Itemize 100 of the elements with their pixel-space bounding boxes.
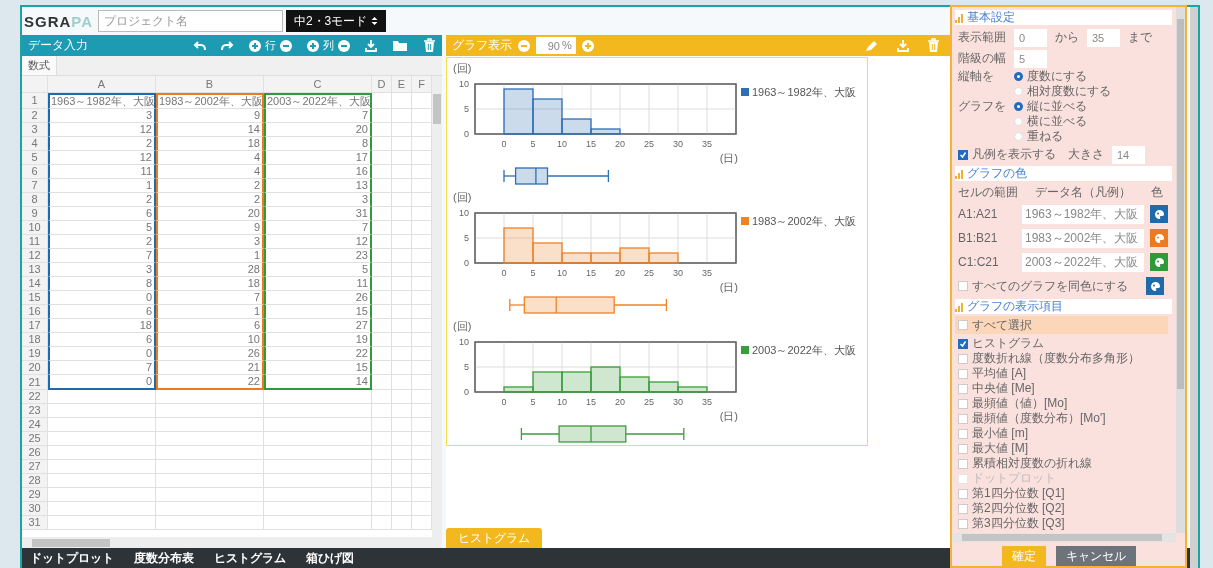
row-number[interactable]: 21 [22,375,48,390]
formula-tab[interactable]: 数式 [22,56,57,75]
table-cell[interactable]: 9 [156,109,264,123]
row-number[interactable]: 2 [22,109,48,123]
cancel-button[interactable]: キャンセル [1055,546,1136,566]
table-cell[interactable]: 22 [264,347,372,361]
table-cell[interactable]: 28 [156,263,264,277]
table-cell[interactable]: 12 [264,235,372,249]
row-number[interactable]: 18 [22,333,48,347]
scrollbar[interactable] [952,533,1176,542]
input-field[interactable]: 0 [1014,28,1047,47]
redo-icon[interactable] [221,40,234,51]
row-number[interactable]: 11 [22,235,48,249]
row-number[interactable]: 16 [22,305,48,319]
table-cell[interactable]: 2 [48,235,156,249]
row-number[interactable]: 27 [22,460,48,474]
table-cell[interactable]: 15 [264,305,372,319]
row-number[interactable]: 4 [22,137,48,151]
plus-icon[interactable] [307,39,319,52]
row-number[interactable]: 5 [22,151,48,165]
row-number[interactable]: 24 [22,418,48,432]
checkbox[interactable] [958,338,968,349]
row-number[interactable]: 30 [22,502,48,516]
checkbox[interactable] [958,149,968,160]
plus-icon[interactable] [249,39,261,52]
table-cell[interactable]: 15 [264,361,372,375]
trash-icon[interactable] [927,38,940,53]
table-cell[interactable]: 5 [48,221,156,235]
table-cell[interactable]: 14 [264,375,372,390]
table-cell[interactable]: 3 [48,109,156,123]
table-cell[interactable]: 13 [264,179,372,193]
input-field[interactable]: 5 [1014,49,1047,68]
table-cell[interactable]: 22 [156,375,264,390]
table-cell[interactable]: 5 [264,263,372,277]
row-number[interactable]: 15 [22,291,48,305]
table-cell[interactable]: 26 [156,347,264,361]
table-cell[interactable]: 11 [48,165,156,179]
table-cell[interactable]: 18 [156,137,264,151]
scrollbar[interactable] [432,76,442,537]
minus-icon[interactable] [280,39,292,52]
scrollbar[interactable] [22,537,442,548]
row-number[interactable]: 9 [22,207,48,221]
table-cell[interactable]: 23 [264,249,372,263]
row-number[interactable]: 12 [22,249,48,263]
row-number[interactable]: 31 [22,516,48,530]
project-name-field[interactable]: プロジェクト名 [98,10,284,32]
table-cell[interactable]: 1 [156,305,264,319]
table-cell[interactable]: 4 [156,165,264,179]
table-cell[interactable]: 10 [156,333,264,347]
column-header[interactable]: E [392,76,412,93]
column-header[interactable]: D [372,76,392,93]
table-cell[interactable]: 0 [48,347,156,361]
table-cell[interactable]: 8 [48,277,156,291]
table-cell[interactable]: 3 [264,193,372,207]
table-cell[interactable]: 16 [264,165,372,179]
table-cell[interactable]: 9 [156,221,264,235]
table-cell[interactable]: 12 [48,151,156,165]
row-number[interactable]: 3 [22,123,48,137]
row-number[interactable]: 6 [22,165,48,179]
row-number[interactable]: 22 [22,390,48,404]
table-cell[interactable]: 0 [48,375,156,390]
folder-icon[interactable] [392,39,408,52]
radio-button[interactable] [1014,102,1023,111]
trash-icon[interactable] [423,38,436,53]
table-cell[interactable]: 1963～1982年、大阪 [48,93,156,109]
row-number[interactable]: 7 [22,179,48,193]
column-header[interactable]: A [48,76,156,93]
mode-dropdown[interactable]: 中2・3モード [286,10,387,32]
row-number[interactable]: 1 [22,93,48,109]
column-header[interactable]: F [412,76,432,93]
table-cell[interactable]: 7 [156,291,264,305]
table-cell[interactable]: 6 [48,305,156,319]
color-button[interactable] [1150,253,1168,271]
table-cell[interactable]: 2 [48,193,156,207]
input-field[interactable]: 2003～2022年、大阪 [1022,252,1144,272]
table-cell[interactable]: 1 [48,179,156,193]
row-number[interactable]: 28 [22,474,48,488]
input-field[interactable]: 1963～1982年、大阪 [1022,204,1144,224]
row-number[interactable]: 17 [22,319,48,333]
input-field[interactable]: 35 [1087,28,1120,47]
row-number[interactable]: 23 [22,404,48,418]
row-number[interactable]: 29 [22,488,48,502]
row-number[interactable]: 13 [22,263,48,277]
minus-icon[interactable] [518,39,530,52]
table-cell[interactable]: 20 [264,123,372,137]
scrollbar[interactable] [1176,7,1185,533]
table-cell[interactable]: 26 [264,291,372,305]
table-cell[interactable]: 21 [156,361,264,375]
table-cell[interactable]: 3 [156,235,264,249]
table-cell[interactable]: 12 [48,123,156,137]
table-cell[interactable]: 2 [48,137,156,151]
table-cell[interactable]: 1983～2002年、大阪 [156,93,264,109]
table-cell[interactable]: 6 [156,319,264,333]
color-button[interactable] [1146,277,1164,295]
row-number[interactable]: 20 [22,361,48,375]
table-cell[interactable]: 2 [156,193,264,207]
table-cell[interactable]: 4 [156,151,264,165]
table-cell[interactable]: 2003～2022年、大阪 [264,93,372,109]
table-cell[interactable]: 11 [264,277,372,291]
view-tab[interactable]: ドットプロット [30,549,114,567]
